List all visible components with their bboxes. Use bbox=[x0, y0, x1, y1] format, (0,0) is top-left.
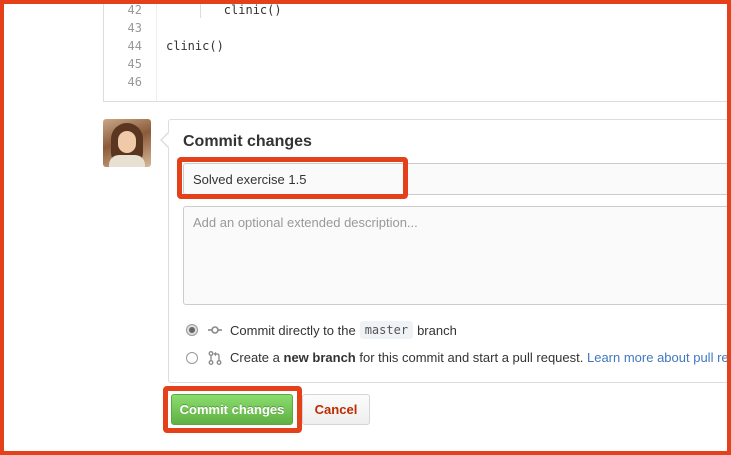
line-number: 46 bbox=[127, 75, 142, 89]
commit-panel-title: Commit changes bbox=[183, 133, 312, 150]
new-branch-option[interactable]: Create a new branch for this commit and … bbox=[186, 350, 729, 365]
new-branch-bold: new branch bbox=[283, 350, 356, 365]
branch-name-chip: master bbox=[359, 321, 414, 339]
commit-direct-radio[interactable] bbox=[186, 324, 198, 336]
avatar[interactable] bbox=[103, 119, 151, 167]
code-line[interactable]: clinic() bbox=[166, 37, 224, 55]
commit-description-textarea[interactable] bbox=[183, 206, 731, 305]
code-line[interactable]: clinic() bbox=[166, 1, 282, 19]
git-commit-icon bbox=[208, 326, 222, 334]
commit-changes-button[interactable]: Commit changes bbox=[171, 394, 293, 425]
new-branch-middle: for this commit and start a pull request… bbox=[359, 350, 584, 365]
line-number-gutter: 42 43 44 45 46 bbox=[104, 0, 157, 101]
line-number: 45 bbox=[127, 57, 142, 71]
avatar-shirt bbox=[109, 155, 145, 167]
line-number: 43 bbox=[127, 21, 142, 35]
commit-summary-input[interactable] bbox=[183, 163, 731, 195]
code-editor: 42 43 44 45 46 clinic() clinic() bbox=[103, 0, 731, 102]
commit-direct-option[interactable]: Commit directly to the master branch bbox=[186, 321, 457, 339]
new-branch-prefix: Create a bbox=[230, 350, 280, 365]
cancel-button[interactable]: Cancel bbox=[302, 394, 370, 425]
commit-direct-label: Commit directly to the bbox=[230, 322, 356, 338]
commit-direct-suffix: branch bbox=[417, 322, 457, 338]
new-branch-radio[interactable] bbox=[186, 351, 198, 364]
line-number: 42 bbox=[127, 3, 142, 17]
panel-pointer-inner bbox=[162, 133, 169, 147]
line-number: 44 bbox=[127, 39, 142, 53]
git-pull-request-icon bbox=[208, 350, 222, 365]
learn-more-link[interactable]: Learn more about pull re bbox=[587, 350, 729, 365]
avatar-face bbox=[118, 131, 136, 153]
